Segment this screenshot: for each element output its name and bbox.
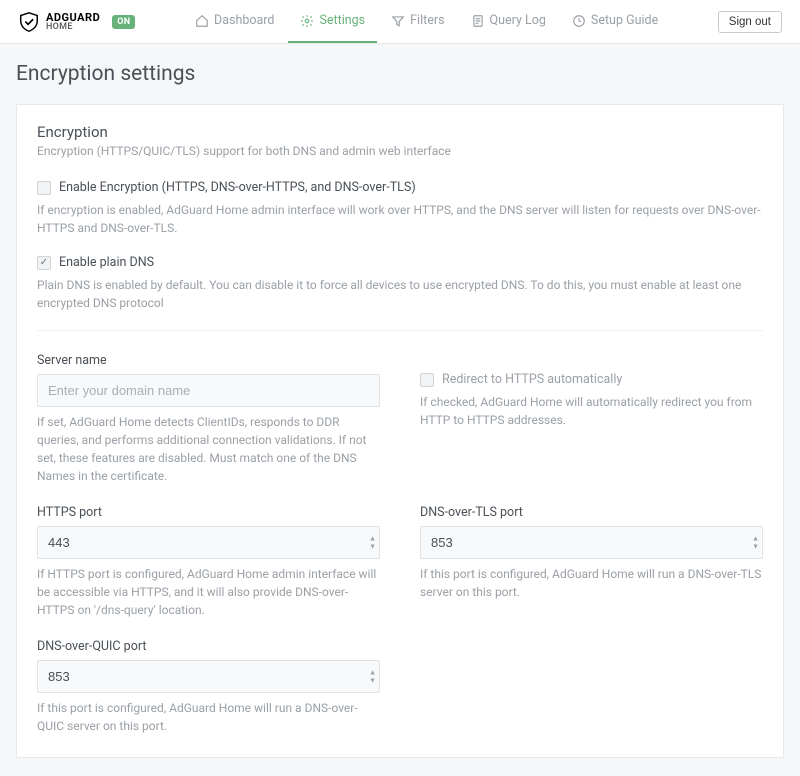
plain-dns-checkbox[interactable] — [37, 256, 51, 270]
chevron-up-icon: ▲ — [369, 535, 376, 542]
log-icon — [471, 14, 485, 28]
enable-encryption-checkbox[interactable] — [37, 181, 51, 195]
nav-dashboard[interactable]: Dashboard — [183, 0, 286, 43]
redirect-checkbox[interactable] — [420, 373, 434, 387]
https-port-input[interactable] — [37, 526, 380, 559]
plain-dns-help: Plain DNS is enabled by default. You can… — [37, 276, 763, 312]
brand[interactable]: ADGUARD HOME ON — [18, 11, 135, 33]
nav-label: Query Log — [490, 13, 546, 28]
nav-label: Settings — [319, 13, 365, 28]
nav-querylog[interactable]: Query Log — [459, 0, 558, 43]
nav-label: Setup Guide — [591, 13, 658, 28]
main-nav: Dashboard Settings Filters Query Log Set… — [183, 0, 670, 43]
chevron-down-icon: ▼ — [369, 543, 376, 550]
adguard-logo-icon — [18, 11, 40, 33]
page: Encryption settings Encryption Encryptio… — [0, 44, 800, 776]
dot-port-stepper[interactable]: ▲▼ — [752, 535, 759, 550]
gear-icon — [300, 14, 314, 28]
redirect-label: Redirect to HTTPS automatically — [442, 372, 622, 387]
page-title: Encryption settings — [16, 62, 784, 86]
nav-label: Filters — [410, 13, 444, 28]
clock-icon — [572, 14, 586, 28]
brand-name: ADGUARD — [46, 12, 100, 23]
https-port-label: HTTPS port — [37, 505, 380, 520]
enable-encryption-block: Enable Encryption (HTTPS, DNS-over-HTTPS… — [37, 180, 763, 237]
chevron-up-icon: ▲ — [752, 535, 759, 542]
dashboard-icon — [195, 14, 209, 28]
https-port-stepper[interactable]: ▲▼ — [369, 535, 376, 550]
card-subtitle: Encryption (HTTPS/QUIC/TLS) support for … — [37, 144, 763, 158]
signout-button[interactable]: Sign out — [718, 11, 782, 33]
dot-port-help: If this port is configured, AdGuard Home… — [420, 565, 763, 601]
brand-subname: HOME — [46, 23, 100, 32]
server-name-field: Server name If set, AdGuard Home detects… — [37, 353, 380, 485]
nav-settings[interactable]: Settings — [288, 0, 377, 43]
https-port-field: HTTPS port ▲▼ If HTTPS port is configure… — [37, 505, 380, 619]
nav-label: Dashboard — [214, 13, 274, 28]
dot-port-field: DNS-over-TLS port ▲▼ If this port is con… — [420, 505, 763, 601]
dot-port-input[interactable] — [420, 526, 763, 559]
topbar: ADGUARD HOME ON Dashboard Settings Filte… — [0, 0, 800, 44]
doq-port-help: If this port is configured, AdGuard Home… — [37, 699, 380, 735]
card-title: Encryption — [37, 123, 763, 141]
nav-setup[interactable]: Setup Guide — [560, 0, 670, 43]
enable-encryption-help: If encryption is enabled, AdGuard Home a… — [37, 201, 763, 237]
brand-text: ADGUARD HOME — [46, 12, 100, 32]
https-port-help: If HTTPS port is configured, AdGuard Hom… — [37, 565, 380, 619]
encryption-card: Encryption Encryption (HTTPS/QUIC/TLS) s… — [16, 104, 784, 758]
server-name-input[interactable] — [37, 374, 380, 407]
server-name-help: If set, AdGuard Home detects ClientIDs, … — [37, 413, 380, 485]
status-badge: ON — [112, 15, 135, 29]
server-name-label: Server name — [37, 353, 380, 368]
enable-encryption-label: Enable Encryption (HTTPS, DNS-over-HTTPS… — [59, 180, 416, 195]
chevron-down-icon: ▼ — [752, 543, 759, 550]
nav-filters[interactable]: Filters — [379, 0, 456, 43]
doq-port-stepper[interactable]: ▲▼ — [369, 669, 376, 684]
doq-port-field: DNS-over-QUIC port ▲▼ If this port is co… — [37, 639, 380, 735]
dot-port-label: DNS-over-TLS port — [420, 505, 763, 520]
divider — [37, 330, 763, 331]
plain-dns-label: Enable plain DNS — [59, 255, 154, 270]
doq-port-label: DNS-over-QUIC port — [37, 639, 380, 654]
doq-port-input[interactable] — [37, 660, 380, 693]
filter-icon — [391, 14, 405, 28]
chevron-down-icon: ▼ — [369, 677, 376, 684]
redirect-field: Redirect to HTTPS automatically If check… — [420, 372, 763, 429]
redirect-help: If checked, AdGuard Home will automatica… — [420, 393, 763, 429]
chevron-up-icon: ▲ — [369, 669, 376, 676]
plain-dns-block: Enable plain DNS Plain DNS is enabled by… — [37, 255, 763, 312]
